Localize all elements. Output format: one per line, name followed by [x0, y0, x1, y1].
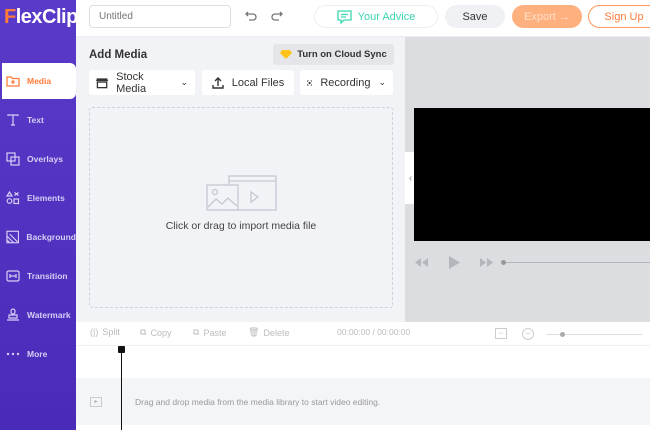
local-files-label: Local Files [231, 76, 285, 89]
zoom-out-icon[interactable]: − [522, 328, 534, 340]
copy-icon: ⧉ [140, 327, 147, 337]
diamond-icon [280, 50, 293, 59]
split-icon: (|) [90, 327, 99, 337]
paste-icon: ⧉ [193, 327, 200, 337]
cloud-sync-button[interactable]: Turn on Cloud Sync [273, 44, 394, 65]
fit-timeline-icon[interactable]: ↔ [495, 328, 507, 339]
video-track-icon: ▸ [90, 397, 102, 407]
media-drop-zone[interactable]: Click or drag to import media file [89, 107, 393, 308]
recording-dropdown[interactable]: Recording ⌄ [300, 70, 393, 95]
background-icon [6, 230, 20, 244]
playhead-line[interactable] [121, 350, 122, 430]
watermark-icon [7, 308, 19, 321]
copy-button[interactable]: ⧉ Copy [140, 327, 171, 338]
sign-up-button[interactable]: Sign Up [588, 5, 650, 28]
text-icon [7, 114, 19, 126]
sidebar-item-label: Watermark [27, 310, 71, 320]
sidebar-item-label: Text [27, 115, 44, 125]
sidebar-item-overlays[interactable]: Overlays [0, 141, 76, 177]
sidebar-item-background[interactable]: Background [0, 219, 76, 255]
undo-icon[interactable] [244, 9, 258, 23]
redo-icon[interactable] [270, 9, 284, 23]
save-button[interactable]: Save [445, 5, 505, 28]
transition-icon [6, 270, 20, 282]
flexclip-logo[interactable]: FlexClip [4, 6, 78, 29]
sidebar-item-label: Overlays [27, 154, 63, 164]
recording-label: Recording [320, 76, 371, 89]
play-icon[interactable] [449, 256, 460, 269]
sidebar: FlexClip Media Text Overlays Elements Ba… [0, 0, 78, 430]
chat-icon [336, 9, 352, 24]
playback-handle[interactable] [501, 260, 506, 265]
project-title-input[interactable] [89, 5, 231, 28]
elements-icon [6, 191, 20, 205]
zoom-slider-handle[interactable] [560, 332, 565, 337]
sidebar-item-label: Elements [27, 193, 65, 203]
drop-zone-text: Click or drag to import media file [165, 220, 317, 232]
more-icon [6, 352, 20, 356]
local-files-button[interactable]: Local Files [202, 70, 294, 95]
sidebar-item-media[interactable]: Media [2, 63, 76, 99]
playback-progress-bar[interactable] [503, 262, 650, 263]
split-button[interactable]: (|) Split [90, 327, 120, 337]
upload-icon [212, 76, 224, 89]
paste-label: Paste [203, 327, 227, 338]
timecode: 00:00:00 / 00:00:00 [337, 327, 411, 337]
export-button[interactable]: Export → [512, 5, 582, 28]
chevron-down-icon: ⌄ [378, 77, 386, 87]
cloud-sync-label: Turn on Cloud Sync [297, 49, 387, 60]
sidebar-item-transition[interactable]: Transition [0, 258, 76, 294]
your-advice-button[interactable]: Your Advice [314, 5, 438, 28]
stock-media-label: Stock Media [116, 70, 147, 95]
stock-media-dropdown[interactable]: Stock Media ⌄ [89, 70, 195, 95]
preview-area: ‹ [405, 37, 650, 322]
top-bar: Your Advice Save Export → Sign Up [76, 0, 650, 37]
sidebar-item-label: Transition [27, 271, 68, 281]
delete-label: Delete [263, 327, 290, 338]
media-import-icon [206, 175, 277, 211]
track-empty-text: Drag and drop media from the media libra… [135, 397, 381, 407]
sidebar-item-elements[interactable]: Elements [0, 180, 76, 216]
rewind-icon[interactable] [415, 258, 428, 267]
timeline-toolbar: (|) Split ⧉ Copy ⧉ Paste 🗑 Delete 00:00:00 /… [76, 322, 650, 346]
timeline-track[interactable]: ▸ Drag and drop media from the media lib… [76, 378, 650, 425]
split-label: Split [102, 327, 120, 337]
sidebar-item-label: More [27, 349, 48, 359]
sidebar-item-watermark[interactable]: Watermark [0, 297, 76, 333]
folder-plus-icon [6, 76, 20, 87]
copy-label: Copy [150, 327, 172, 338]
fast-forward-icon[interactable] [480, 258, 493, 267]
store-icon [96, 77, 109, 88]
paste-button[interactable]: ⧉ Paste [193, 327, 226, 338]
record-icon [307, 79, 313, 86]
sidebar-item-label: Background [26, 232, 76, 242]
chevron-down-icon: ⌄ [180, 77, 188, 87]
sidebar-item-text[interactable]: Text [0, 102, 76, 138]
panel-title: Add Media [89, 49, 148, 61]
advice-label: Your Advice [357, 10, 416, 23]
video-canvas [414, 108, 650, 241]
delete-button[interactable]: 🗑 Delete [248, 327, 289, 338]
overlays-icon [6, 152, 20, 166]
sidebar-item-label: Media [27, 76, 52, 86]
trash-icon: 🗑 [248, 327, 260, 337]
sidebar-item-more[interactable]: More [0, 336, 76, 372]
